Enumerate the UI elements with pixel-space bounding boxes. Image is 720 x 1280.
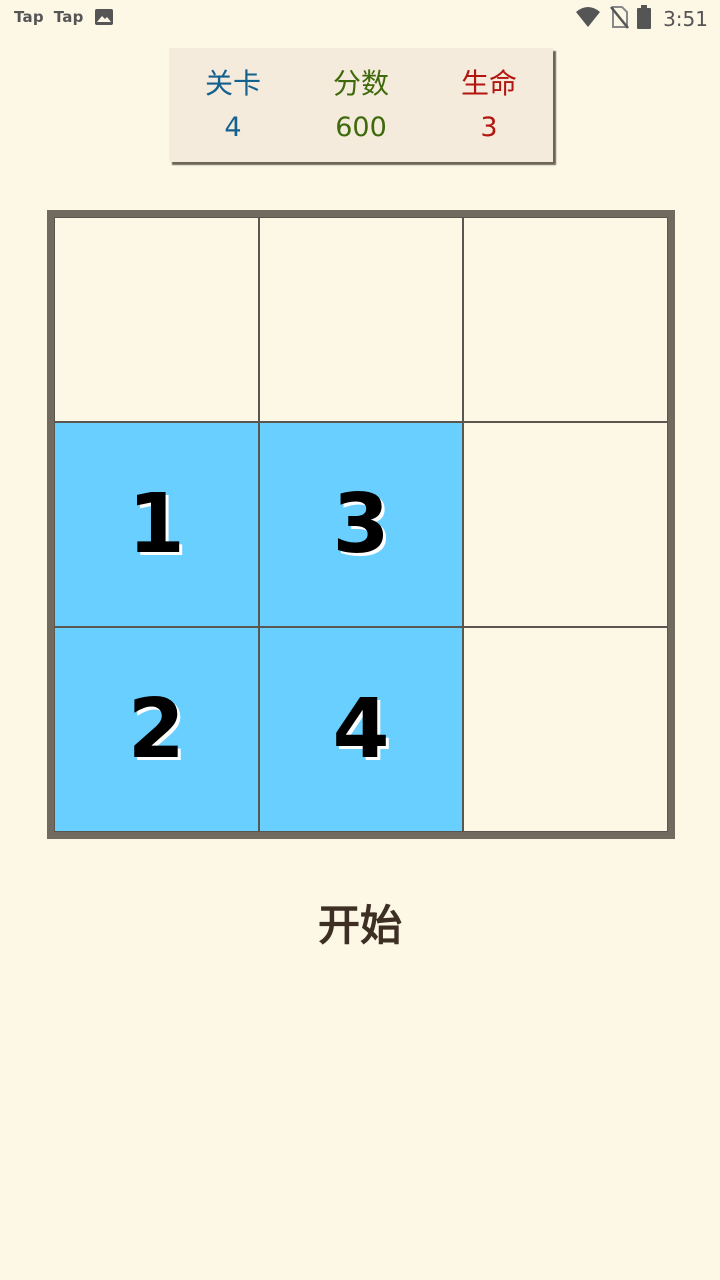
stat-lives: 生命 3 xyxy=(425,48,553,162)
score-panel: 关卡 4 分数 600 生命 3 xyxy=(169,48,553,162)
status-bar: Tap Tap 3:51 xyxy=(0,0,720,36)
score-label: 分数 xyxy=(332,67,389,100)
status-right: 3:51 xyxy=(575,5,708,33)
board-cell[interactable]: 2 xyxy=(54,627,259,832)
board-cell[interactable] xyxy=(463,627,668,832)
stat-level: 关卡 4 xyxy=(169,48,297,162)
stat-score: 分数 600 xyxy=(297,48,425,162)
status-time: 3:51 xyxy=(663,7,708,31)
board-cell[interactable]: 4 xyxy=(258,627,464,832)
battery-icon xyxy=(637,5,652,33)
no-sim-icon xyxy=(609,5,630,33)
board-cell[interactable] xyxy=(463,217,668,422)
level-label: 关卡 xyxy=(204,67,261,100)
image-icon xyxy=(94,8,114,26)
wifi-icon xyxy=(575,6,601,32)
status-left: Tap Tap xyxy=(14,8,114,26)
tap-app-label-1: Tap xyxy=(14,8,44,26)
game-board: 1 3 2 4 xyxy=(47,210,675,839)
board-cell[interactable] xyxy=(463,422,668,627)
board-cell[interactable] xyxy=(258,217,464,422)
board-cell[interactable]: 1 xyxy=(54,422,259,627)
board-cell[interactable]: 3 xyxy=(258,422,464,627)
board-grid: 1 3 2 4 xyxy=(54,217,668,832)
score-value: 600 xyxy=(335,112,387,143)
level-value: 4 xyxy=(224,112,242,143)
lives-value: 3 xyxy=(480,112,498,143)
lives-label: 生命 xyxy=(460,67,517,100)
board-cell[interactable] xyxy=(54,217,259,422)
tap-app-label-2: Tap xyxy=(53,8,84,26)
start-button[interactable]: 开始 xyxy=(260,890,460,954)
